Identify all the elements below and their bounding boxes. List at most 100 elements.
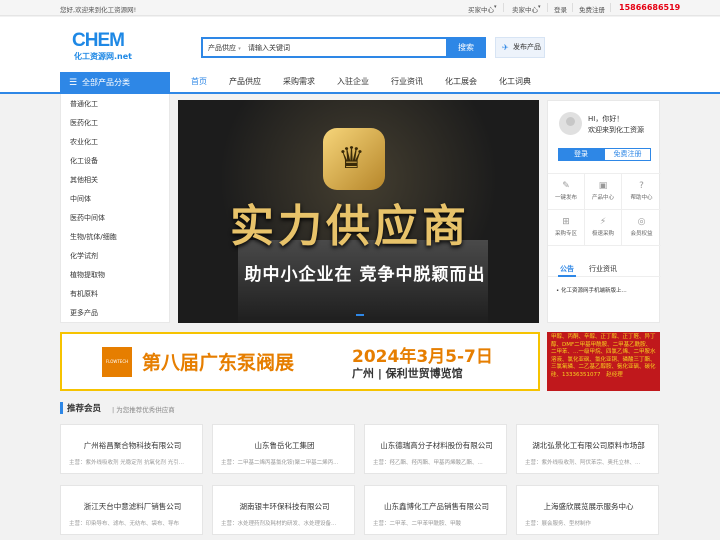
member-name: 广州裕昌聚合物科技有限公司	[83, 441, 182, 450]
cart-icon: ⊞	[562, 217, 570, 227]
nav-home[interactable]: 首页	[191, 72, 207, 92]
nav-purchase[interactable]: 采购需求	[283, 72, 315, 92]
menu-icon: ☰	[69, 78, 78, 88]
banner-subtitle: 助中小企业在 竞争中脱颖而出	[244, 265, 486, 285]
member-card[interactable]: 广州裕昌聚合物科技有限公司 主营：紫外线吸收剂 光稳定剂 抗氧化剂 光引...	[60, 424, 203, 474]
side-ad-banner[interactable]: 甲醇、丙酮、辛醇、正丁醇、正丁醛、异丁醇、DMF二甲基甲酰胺、二甲基乙酰胺、二甲…	[547, 332, 660, 391]
member-card[interactable]: 湖南银丰环保科技有限公司 主营：水处理药剂及耗材的研发、水处理设备...	[212, 485, 355, 535]
category-item[interactable]: 其他相关	[70, 175, 98, 185]
buyer-center-link[interactable]: 买家中心	[468, 4, 494, 14]
nav-news[interactable]: 行业资讯	[391, 72, 423, 92]
all-categories-button[interactable]: ☰ 全部产品分类	[60, 72, 170, 94]
divider	[547, 3, 548, 12]
shortcut-help[interactable]: ? 帮助中心	[622, 174, 661, 210]
shortcut-products[interactable]: ▣ 产品中心	[585, 174, 622, 210]
logo-sub: 化工资源网.net	[74, 52, 132, 61]
category-item[interactable]: 植物提取物	[70, 270, 105, 280]
main-nav: ☰ 全部产品分类 首页 产品供应 采购需求 入驻企业 行业资讯 化工展会 化工词…	[0, 72, 720, 94]
member-main-business: 主营：展会服务、型材制作	[525, 521, 592, 527]
nav-dictionary[interactable]: 化工词典	[499, 72, 531, 92]
member-main-business: 主营：水处理药剂及耗材的研发、水处理设备...	[221, 521, 337, 527]
category-item[interactable]: 更多产品	[70, 308, 98, 318]
chevron-down-icon: ▾	[538, 4, 541, 10]
category-item[interactable]: 生物/抗体/细胞	[70, 232, 117, 242]
category-item[interactable]: 农业化工	[70, 137, 98, 147]
seller-center-link[interactable]: 卖家中心	[512, 4, 538, 14]
shortcut-publish[interactable]: ✎ 一键发布	[548, 174, 585, 210]
hotline-phone: 15866686519	[619, 3, 681, 12]
search-bar: 产品供应 ▾ 请输入关键词 搜索	[201, 37, 486, 58]
carousel-indicator[interactable]	[356, 314, 364, 316]
member-name: 浙江天台中意滤料厂销售公司	[83, 502, 182, 511]
recommended-members-header: 推荐会员 | 为您推荐优秀供应商	[60, 400, 660, 416]
member-card[interactable]: 上海盛欣展览展示服务中心 主营：展会服务、型材制作	[516, 485, 659, 535]
logo-main: CHEM	[72, 30, 125, 51]
nav-companies[interactable]: 入驻企业	[337, 72, 369, 92]
crown-icon: ♛	[338, 141, 365, 176]
help-icon: ?	[639, 181, 644, 191]
category-item[interactable]: 普通化工	[70, 99, 98, 109]
header: CHEM 化工资源网.net 产品供应 ▾ 请输入关键词 搜索 ✈ 发布产品	[0, 17, 720, 72]
login-button[interactable]: 登录	[558, 148, 604, 161]
banner-title: 实力供应商	[230, 201, 470, 252]
category-item[interactable]: 医药中间体	[70, 213, 105, 223]
category-item[interactable]: 化工设备	[70, 156, 98, 166]
register-button[interactable]: 免费注册	[604, 148, 651, 161]
publish-icon: ✈	[502, 43, 509, 52]
expo-ad-banner[interactable]: FLOWTECH 第八届广东泵阀展 2024年3月5-7日 广州 | 保利世贸博…	[60, 332, 540, 391]
search-category-select[interactable]: 产品供应 ▾	[208, 43, 241, 53]
category-item[interactable]: 有机原料	[70, 289, 98, 299]
nav-expo[interactable]: 化工展会	[445, 72, 477, 92]
member-name: 湖北弘景化工有限公司原料市场部	[532, 441, 645, 450]
tab-industry-news[interactable]: 行业资讯	[589, 264, 617, 274]
site-logo[interactable]: CHEM 化工资源网.net	[72, 30, 142, 61]
edit-icon: ✎	[562, 181, 570, 191]
login-link[interactable]: 登录	[554, 4, 567, 14]
publish-product-button[interactable]: ✈ 发布产品	[495, 37, 545, 58]
side-ad-text: 甲醇、丙酮、辛醇、正丁醇、正丁醛、异丁醇、DMF二甲基甲酰胺、二甲基乙酰胺、二甲…	[551, 334, 656, 378]
register-link[interactable]: 免费注册	[579, 4, 605, 14]
member-card[interactable]: 山东鑫博化工产品销售有限公司 主营：二甲苯、二甲苯甲酰胺、甲酸	[364, 485, 507, 535]
member-name: 山东鑫博化工产品销售有限公司	[384, 502, 489, 511]
shortcut-grid: ✎ 一键发布 ▣ 产品中心 ? 帮助中心 ⊞ 采购专区 ⚡ 极速采购 ◎ 会员权…	[548, 173, 661, 246]
member-main-business: 主营：羟乙酯、羟丙酯、甲基丙烯酸乙酯、...	[373, 460, 483, 466]
category-item[interactable]: 医药化工	[70, 118, 98, 128]
tab-notice[interactable]: 公告	[560, 264, 574, 274]
divider	[503, 3, 504, 12]
member-main-business: 主营：印染导布、滤布、无纺布、袋布、导布	[69, 521, 180, 527]
member-name: 山东德瑞高分子材料股份有限公司	[380, 441, 493, 450]
shortcut-purchase[interactable]: ⊞ 采购专区	[548, 210, 585, 246]
active-tab-underline	[558, 275, 576, 277]
section-title: 推荐会员	[67, 404, 102, 414]
nav-supply[interactable]: 产品供应	[229, 72, 261, 92]
vip-icon: ◎	[637, 217, 646, 227]
user-panel: HI，你好！ 欢迎来到化工资源 登录 免费注册 ✎ 一键发布 ▣ 产品中心 ? …	[547, 100, 661, 323]
greeting: HI，你好！	[588, 115, 624, 123]
publish-label: 发布产品	[513, 43, 541, 51]
news-item[interactable]: • 化工资源网手机端新版上...	[556, 286, 627, 294]
category-item[interactable]: 化学试剂	[70, 251, 98, 261]
box-icon: ▣	[598, 181, 608, 191]
section-accent-bar	[60, 402, 63, 414]
welcome-message: 欢迎来到化工资源	[588, 126, 644, 134]
category-item[interactable]: 中间体	[70, 194, 91, 204]
avatar	[559, 112, 582, 135]
info-tabs: 公告 行业资讯	[548, 261, 661, 277]
member-card[interactable]: 山东鲁岳化工集团 主营：二甲基二烯丙基氯化铵(聚二甲基二烯丙...	[212, 424, 355, 474]
search-input[interactable]: 请输入关键词	[248, 43, 290, 53]
member-main-business: 主营：紫外线吸收剂 光稳定剂 抗氧化剂 光引...	[69, 460, 184, 466]
member-card[interactable]: 山东德瑞高分子材料股份有限公司 主营：羟乙酯、羟丙酯、甲基丙烯酸乙酯、...	[364, 424, 507, 474]
shortcut-fast-purchase[interactable]: ⚡ 极速采购	[585, 210, 622, 246]
shortcut-vip[interactable]: ◎ 会员权益	[622, 210, 661, 246]
hero-banner[interactable]: ♛ 实力供应商 助中小企业在 竞争中脱颖而出	[178, 100, 539, 323]
expo-dates: 2024年3月5-7日	[352, 347, 493, 367]
expo-venue: 广州 | 保利世贸博览馆	[352, 367, 463, 380]
expo-brand-logo: FLOWTECH	[102, 347, 132, 377]
search-button[interactable]: 搜索	[446, 37, 486, 58]
member-main-business: 主营：紫外线吸收剂、阿伏苯宗、奥托立林、...	[525, 460, 641, 466]
member-card[interactable]: 浙江天台中意滤料厂销售公司 主营：印染导布、滤布、无纺布、袋布、导布	[60, 485, 203, 535]
member-card[interactable]: 湖北弘景化工有限公司原料市场部 主营：紫外线吸收剂、阿伏苯宗、奥托立林、...	[516, 424, 659, 474]
member-name: 湖南银丰环保科技有限公司	[239, 502, 330, 511]
top-bar: 您好,欢迎来到化工资源网! 买家中心 ▾ 卖家中心 ▾ 登录 免费注册 1586…	[0, 0, 720, 16]
all-categories-label: 全部产品分类	[82, 78, 130, 87]
